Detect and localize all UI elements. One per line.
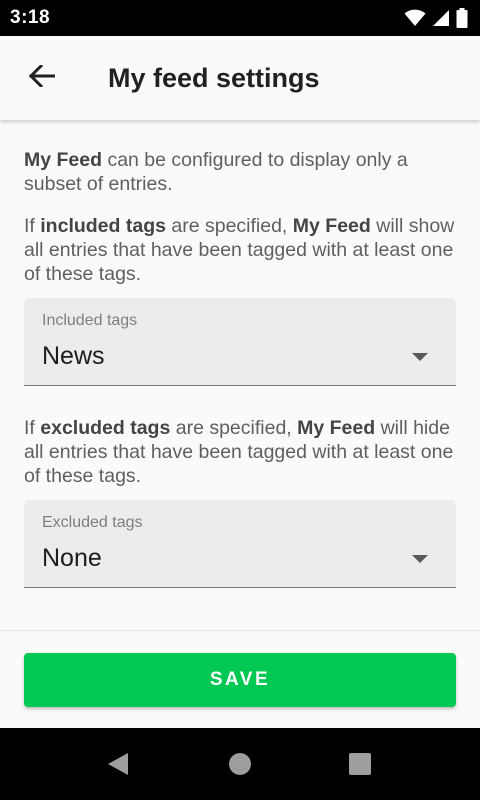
dropdown-arrow-icon (412, 350, 428, 361)
cell-signal-icon (432, 9, 450, 27)
nav-back-icon[interactable] (106, 752, 130, 776)
excluded-info-pre: If (24, 417, 41, 439)
app-bar: My feed settings (0, 36, 480, 120)
included-info-pre: If (24, 215, 41, 237)
included-tags-value: News (42, 342, 105, 370)
included-tags-dropdown[interactable]: Included tags News (24, 298, 456, 386)
intro-paragraph: My Feed can be configured to display onl… (24, 148, 456, 196)
excluded-tags-term: excluded tags (40, 417, 171, 439)
excluded-info-paragraph: If excluded tags are specified, My Feed … (24, 416, 456, 488)
my-feed-term: My Feed (292, 215, 371, 237)
back-button[interactable] (22, 58, 62, 98)
included-info-mid: are specified, (165, 215, 293, 237)
arrow-back-icon (28, 63, 56, 92)
excluded-info-mid: are specified, (170, 417, 298, 439)
status-icons (404, 8, 468, 28)
excluded-tags-label: Excluded tags (42, 514, 143, 531)
nav-recents-icon[interactable] (348, 752, 372, 776)
divider (0, 630, 480, 631)
excluded-tags-dropdown[interactable]: Excluded tags None (24, 500, 456, 588)
system-nav-bar (0, 728, 480, 800)
page-title: My feed settings (108, 63, 320, 93)
status-time: 3:18 (10, 7, 51, 28)
my-feed-text: My Feed (24, 149, 103, 171)
included-tags-label: Included tags (42, 312, 138, 329)
included-info-paragraph: If included tags are specified, My Feed … (24, 214, 456, 286)
nav-home-icon[interactable] (228, 752, 252, 776)
status-bar: 3:18 (0, 0, 480, 36)
battery-icon (456, 8, 468, 28)
my-feed-term: My Feed (297, 417, 376, 439)
included-tags-term: included tags (40, 215, 166, 237)
save-button[interactable]: SAVE (24, 653, 456, 707)
dropdown-arrow-icon (412, 552, 428, 563)
excluded-tags-value: None (42, 544, 102, 572)
wifi-icon (404, 9, 426, 27)
